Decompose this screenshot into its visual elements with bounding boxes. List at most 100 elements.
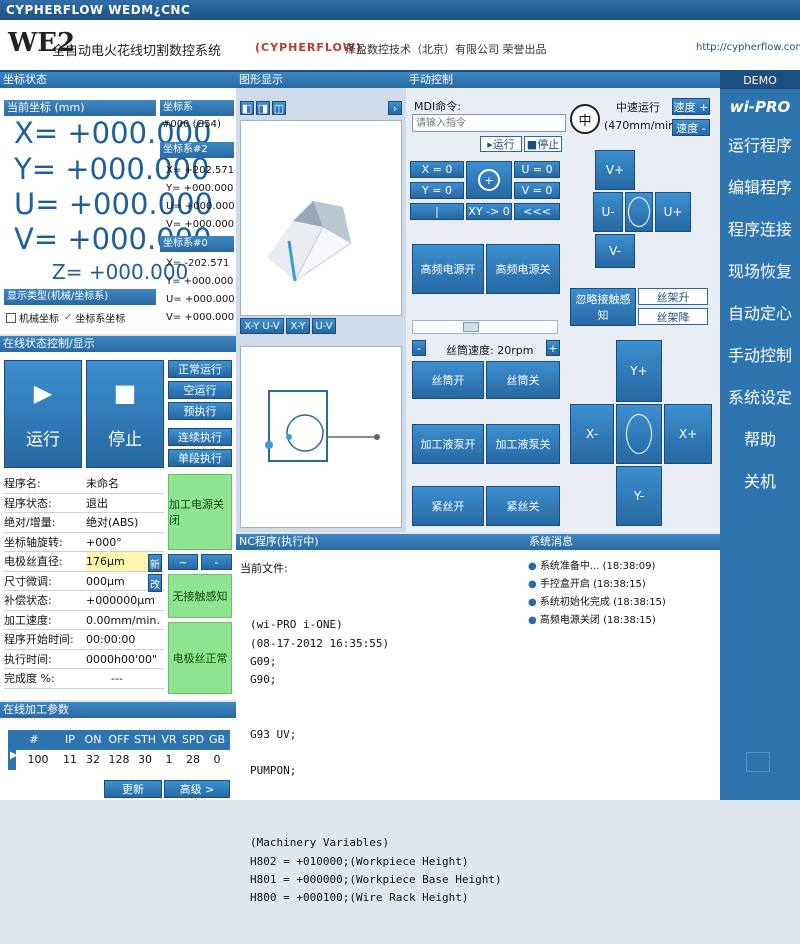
stop-icon: ■ — [526, 137, 538, 151]
main-menu: DEMO wi-PRO 运行程序 编辑程序 程序连接 现场恢复 自动定心 手动控… — [720, 72, 800, 800]
coord-system-value: #000 (G54) — [162, 119, 221, 130]
update-params-button[interactable]: 更新 — [104, 780, 162, 798]
menu-manual-control[interactable]: 手动控制 — [720, 335, 800, 377]
x-plus-button[interactable]: X+ — [664, 404, 712, 464]
continuous-exec-button[interactable]: 连续执行 — [168, 428, 232, 446]
pump-off-button[interactable]: 加工液泵关 — [486, 424, 560, 464]
demo-badge: DEMO — [720, 72, 800, 89]
list-item: ● 系统准备中... (18:38:09) — [528, 561, 656, 572]
single-step-button[interactable]: 单段执行 — [168, 449, 232, 467]
mdi-run-button[interactable]: ▸ 运行 — [480, 136, 522, 152]
coord-system-checkbox[interactable]: ✓ 坐标系坐标 — [64, 310, 125, 325]
watermark-icon — [746, 752, 770, 772]
normal-run-button[interactable]: 正常运行 — [168, 360, 232, 378]
advanced-params-button[interactable]: 高级 > — [164, 780, 230, 798]
coord-system-0-values: X= -202.571 Y= +000.000 U= +000.000 V= +000… — [166, 258, 235, 323]
menu-edit-program[interactable]: 编辑程序 — [720, 167, 800, 209]
menu-program-link[interactable]: 程序连接 — [720, 209, 800, 251]
touch-sense-indicator: 无接触感知 — [168, 574, 232, 618]
machine-coord-checkbox[interactable]: 机械坐标 — [6, 310, 59, 325]
nc-program-panel: NC程序(执行中) 当前文件: (wi-PRO i-ONE) (08-17-201… — [236, 534, 526, 904]
mdi-stop-button[interactable]: ■ 停止 — [524, 136, 562, 152]
tension-off-button[interactable]: 紧丝关 — [486, 486, 560, 526]
speed-mode-label: 中速运行 — [616, 101, 660, 114]
u-plus-button[interactable]: U+ — [655, 192, 691, 232]
wire-speed-slider[interactable] — [412, 320, 558, 334]
params-data-row[interactable]: 100 11 32 128 30 1 28 0 — [16, 750, 230, 770]
menu-site-recovery[interactable]: 现场恢复 — [720, 251, 800, 293]
ignore-touch-button[interactable]: 忽略接触感知 — [570, 288, 636, 326]
decrease-button[interactable]: ~ — [168, 554, 198, 570]
y-plus-button[interactable]: Y+ — [616, 340, 662, 402]
edit-wire-button[interactable]: 改 — [148, 574, 162, 592]
xy-center-button[interactable] — [616, 404, 662, 464]
tension-on-button[interactable]: 紧丝开 — [412, 486, 484, 526]
y-minus-button[interactable]: Y- — [616, 466, 662, 526]
list-item: ● 系统初始化完成 (18:38:15) — [528, 597, 666, 608]
info-icon: ● — [528, 561, 537, 572]
wire-speed-minus-button[interactable]: - — [412, 340, 426, 356]
chevron-right-icon[interactable]: › — [388, 101, 402, 115]
v-plus-button[interactable]: V+ — [595, 150, 635, 190]
tab-view-uv[interactable]: U-V — [312, 318, 336, 334]
info-icon: ● — [528, 597, 537, 608]
x-minus-button[interactable]: X- — [570, 404, 614, 464]
dry-run-button[interactable]: 空运行 — [168, 381, 232, 399]
pump-on-button[interactable]: 加工液泵开 — [412, 424, 484, 464]
xy-uv-zero-button[interactable]: XY -> 0 — [466, 203, 512, 220]
new-wire-button[interactable]: 新 — [148, 554, 162, 572]
system-messages-title: 系统消息 — [526, 534, 720, 550]
run-button[interactable]: ▶ 运行 — [4, 360, 82, 468]
2d-path-canvas[interactable] — [240, 346, 402, 528]
mdi-command-input[interactable] — [412, 114, 566, 132]
view-front-icon[interactable]: ◧ — [240, 101, 254, 115]
center-target-button[interactable]: + — [466, 161, 512, 199]
increase-button[interactable]: - — [201, 554, 232, 570]
stop-icon: ■ — [113, 378, 137, 407]
wire-state-indicator: 电极丝正常 — [168, 622, 232, 694]
x-zero-button[interactable]: X = 0 — [410, 161, 464, 178]
view-top-icon[interactable]: ◫ — [272, 101, 286, 115]
drum-on-button[interactable]: 丝筒开 — [412, 361, 484, 399]
stop-button[interactable]: ■ 停止 — [86, 360, 164, 468]
manual-control-panel: 手动控制 MDI命令: ▸运行 ■停止 中 中速运行 (470mm/min.) … — [406, 72, 720, 532]
menu-auto-center[interactable]: 自动定心 — [720, 293, 800, 335]
y-zero-button[interactable]: Y = 0 — [410, 182, 464, 199]
wipro-logo: wi-PRO — [729, 98, 791, 116]
back-button[interactable]: <<< — [514, 203, 560, 220]
speed-down-button[interactable]: 速度 - — [672, 119, 710, 136]
nc-code-listing[interactable]: (wi-PRO i-ONE) (08-17-2012 16:35:55) G09; G… — [250, 580, 502, 944]
uv-center-button[interactable] — [625, 192, 653, 232]
3d-preview-canvas[interactable] — [240, 120, 402, 316]
website-link[interactable]: http://cypherflow.com — [696, 42, 800, 53]
circle-icon — [628, 197, 650, 227]
drum-off-button[interactable]: 丝筒关 — [486, 361, 560, 399]
product-name: 全自动电火花线切割数控系统 — [52, 44, 222, 59]
status-table: 程序名: 未命名 程序状态: 退出 绝对/增量: 绝对(ABS) 坐标轴旋转: +000… — [4, 474, 164, 689]
tab-view-xy[interactable]: X-Y — [286, 318, 310, 334]
manual-control-title: 手动控制 — [406, 72, 720, 88]
pipe-button[interactable]: | — [410, 203, 464, 220]
slider-handle[interactable] — [463, 322, 479, 332]
pre-execute-button[interactable]: 预执行 — [168, 402, 232, 420]
wire-rack-up-button[interactable]: 丝架升 — [638, 288, 708, 305]
u-zero-button[interactable]: U = 0 — [514, 161, 560, 178]
menu-help[interactable]: 帮助 — [720, 419, 800, 461]
window-title: CYPHERFLOW WEDM¿CNC — [0, 0, 800, 20]
menu-shutdown[interactable]: 关机 — [720, 461, 800, 503]
info-icon: ● — [528, 615, 537, 626]
speed-up-button[interactable]: 速度 + — [672, 98, 710, 115]
view-side-icon[interactable]: ◨ — [256, 101, 270, 115]
params-panel: 在线加工参数 # IP ON OFF STH VR SPD GB 100 11 … — [0, 702, 236, 800]
menu-system-settings[interactable]: 系统设定 — [720, 377, 800, 419]
hf-power-on-button[interactable]: 高频电源开 — [412, 244, 484, 294]
v-minus-button[interactable]: V- — [595, 234, 635, 268]
coordinate-panel: 坐标状态 当前坐标 (mm) X= +000.000 Y= +000.000 U… — [0, 72, 236, 334]
menu-run-program[interactable]: 运行程序 — [720, 125, 800, 167]
hf-power-off-button[interactable]: 高频电源关 — [486, 244, 560, 294]
tab-view-xyuv[interactable]: X-Y U-V — [240, 318, 284, 334]
u-minus-button[interactable]: U- — [593, 192, 623, 232]
wire-rack-down-button[interactable]: 丝架降 — [638, 308, 708, 325]
v-zero-button[interactable]: V = 0 — [514, 182, 560, 199]
wire-speed-plus-button[interactable]: + — [546, 340, 560, 356]
